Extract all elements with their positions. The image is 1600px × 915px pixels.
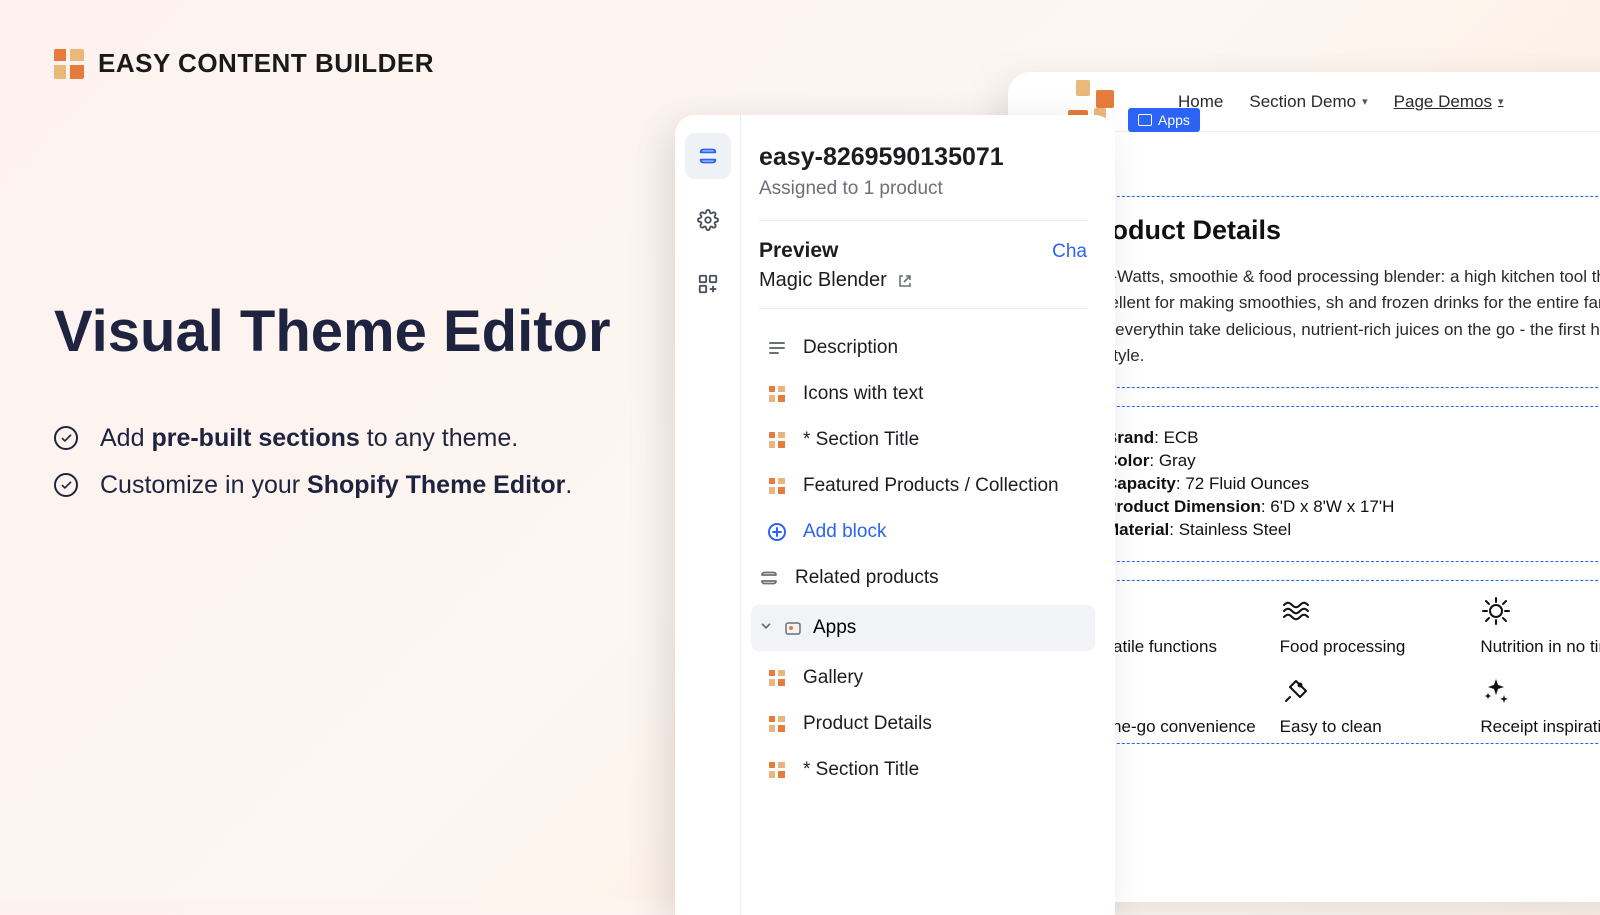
apps-child-section-title[interactable]: * Section Title [759,747,1087,793]
rail-apps-button[interactable] [685,261,731,307]
section-item-icons-text[interactable]: Icons with text [759,371,1087,417]
block-icon [767,668,787,688]
hero-bullet: Add pre-built sections to any theme. [54,424,614,453]
editor-rail [675,115,741,915]
block-icon [767,760,787,780]
feature-label: Easy to clean [1280,717,1461,737]
hero-bullet-text: Add pre-built sections to any theme. [100,424,518,453]
spec-item: Color: Gray [1105,451,1600,471]
section-item-label: * Section Title [803,429,919,451]
feature-label: Nutrition in no time [1480,637,1600,657]
nav-page-demos[interactable]: Page Demos▾ [1394,92,1504,112]
apps-child-product-details[interactable]: Product Details [759,701,1087,747]
feature-item: Easy to clean [1280,675,1461,737]
preview-row: Preview Cha Magic Blender [759,221,1087,309]
section-item-label: Related products [795,567,939,589]
template-id: easy-8269590135071 [759,143,1087,172]
feature-icon [1280,595,1312,627]
brand-name: EASY CONTENT BUILDER [98,48,434,79]
section-item-description[interactable]: Description [759,325,1087,371]
apps-label: Apps [813,617,856,639]
section-item-related-products[interactable]: Related products [759,555,1087,601]
feature-label: Food processing [1280,637,1461,657]
product-details-block[interactable]: Product Details 600-Watts, smoothie & fo… [1062,196,1600,388]
feature-icon [1280,675,1312,707]
block-icon [767,476,787,496]
product-specs-block[interactable]: Brand: ECB Color: Gray Capacity: 72 Fluid … [1062,406,1600,562]
block-icon [767,430,787,450]
section-item-label: * Section Title [803,759,919,781]
preview-nav: Home Section Demo▾ Page Demos▾ [1178,92,1503,112]
hero: Visual Theme Editor Add pre-built sectio… [54,300,614,500]
rail-sections-button[interactable] [685,133,731,179]
brand-logo: EASY CONTENT BUILDER [54,48,434,79]
plus-circle-icon [767,522,787,542]
section-item-label: Gallery [803,667,863,689]
feature-item: Nutrition in no time [1480,595,1600,657]
apps-pill-label: Apps [1158,112,1190,128]
block-icon [767,714,787,734]
block-icon [767,384,787,404]
logo-icon [54,49,84,79]
add-block-label: Add block [803,521,886,543]
check-icon [54,426,78,450]
product-details-title: Product Details [1083,215,1600,246]
spec-item: Product Dimension: 6'D x 8'W x 17'H [1105,497,1600,517]
hero-bullet: Customize in your Shopify Theme Editor. [54,471,614,500]
spec-item: Capacity: 72 Fluid Ounces [1105,474,1600,494]
feature-grid: Versatile functionsFood processingNutrit… [1079,595,1600,737]
feature-label: Receipt inspiration [1480,717,1600,737]
section-item-label: Featured Products / Collection [803,475,1059,497]
section-item-label: Icons with text [803,383,923,405]
theme-editor-panel: easy-8269590135071 Assigned to 1 product… [675,115,1115,915]
apps-child-gallery[interactable]: Gallery [759,655,1087,701]
section-item-label: Description [803,337,898,359]
assigned-text: Assigned to 1 product [759,178,1087,221]
feature-item: Food processing [1280,595,1461,657]
product-features-block[interactable]: Versatile functionsFood processingNutrit… [1062,580,1600,744]
rail-settings-button[interactable] [685,197,731,243]
external-link-icon [897,273,913,289]
preview-product-name[interactable]: Magic Blender [759,269,1087,292]
feature-icon [1480,675,1512,707]
text-lines-icon [767,338,787,358]
spec-item: Brand: ECB [1105,428,1600,448]
chevron-down-icon [759,617,773,639]
nav-section-demo[interactable]: Section Demo▾ [1249,92,1367,112]
section-list: Description Icons with text * Section Ti… [759,325,1087,793]
hero-bullet-text: Customize in your Shopify Theme Editor. [100,471,572,500]
preview-label: Preview [759,239,838,263]
change-link[interactable]: Cha [1052,241,1087,263]
feature-icon [1480,595,1512,627]
section-item-featured-products[interactable]: Featured Products / Collection [759,463,1087,509]
section-item-label: Product Details [803,713,932,735]
chevron-down-icon: ▾ [1362,95,1368,108]
chevron-down-icon: ▾ [1498,95,1504,108]
feature-item: Receipt inspiration [1480,675,1600,737]
spec-item: Material: Stainless Steel [1105,520,1600,540]
add-block-button[interactable]: Add block [759,509,1087,555]
hero-title: Visual Theme Editor [54,300,614,364]
section-item-section-title[interactable]: * Section Title [759,417,1087,463]
section-icon [759,568,779,588]
apps-section-toggle[interactable]: Apps [751,605,1095,651]
spec-list: Brand: ECB Color: Gray Capacity: 72 Fluid … [1083,428,1600,540]
editor-body: easy-8269590135071 Assigned to 1 product… [741,115,1115,915]
check-icon [54,473,78,497]
apps-pill[interactable]: Apps [1128,108,1200,132]
product-details-description: 600-Watts, smoothie & food processing bl… [1083,264,1600,369]
apps-icon [783,618,803,638]
